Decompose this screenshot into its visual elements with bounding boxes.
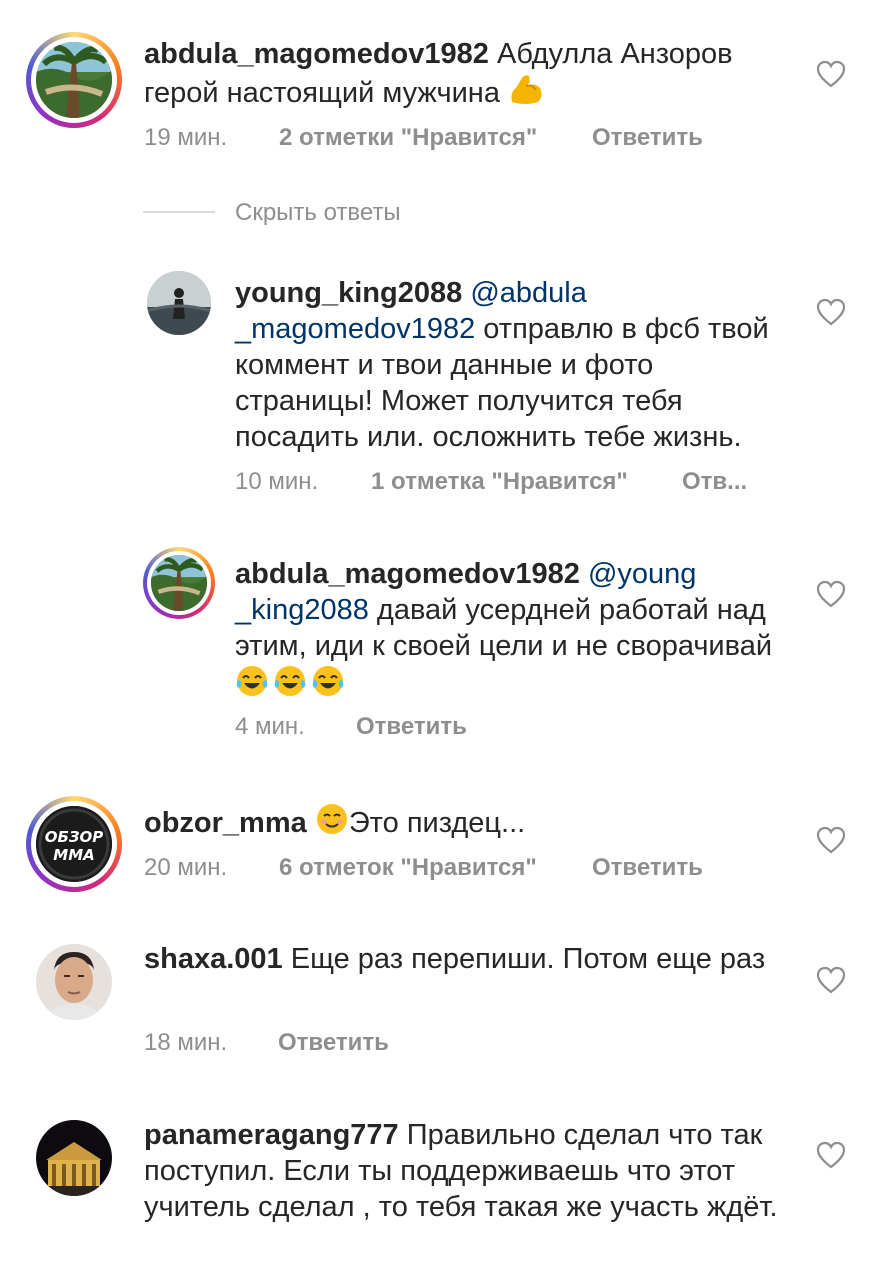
reply-button[interactable]: Ответить — [592, 853, 703, 883]
tears-of-joy-icon — [235, 664, 347, 707]
smiling-face-icon — [315, 802, 349, 845]
comment-meta: 20 мин. 6 отметок "Нравится" Ответить — [144, 853, 744, 883]
comment-username[interactable]: shaxa.001 — [144, 943, 283, 975]
avatar-logo-text: ОБЗОР — [45, 828, 104, 846]
obzor-mma-logo-icon: ОБЗОР ММА — [36, 806, 112, 882]
avatar[interactable] — [147, 271, 211, 335]
comment-likes[interactable]: 6 отметок "Нравится" — [279, 853, 537, 883]
silhouette-photo-icon — [147, 271, 211, 335]
reply-button[interactable]: Отв... — [682, 467, 747, 497]
heart-outline-icon[interactable] — [816, 1141, 846, 1169]
comment-text: shaxa.001 Еще раз перепиши. Потом еще ра… — [144, 941, 784, 977]
palm-photo-icon — [151, 555, 207, 611]
comment-time: 4 мин. — [235, 713, 305, 740]
heart-outline-icon[interactable] — [816, 966, 846, 994]
comment-username[interactable]: obzor_mma — [144, 807, 307, 839]
comment-meta: 18 мин. Ответить — [144, 1028, 544, 1058]
comment-time: 18 мин. — [144, 1029, 228, 1056]
comment-meta: 19 мин. 2 отметки "Нравится" Ответить — [144, 123, 744, 153]
comment-likes[interactable]: 2 отметки "Нравится" — [279, 123, 537, 153]
comment-meta: 10 мин. 1 отметка "Нравится" Отв... — [235, 467, 775, 497]
flexed-biceps-icon — [508, 72, 544, 115]
comment-likes[interactable]: 1 отметка "Нравится" — [371, 467, 628, 497]
comment-username[interactable]: young_king2088 — [235, 277, 462, 309]
comment-username[interactable]: abdula_magomedov1982 — [144, 38, 489, 70]
comment-text: abdula_magomedov1982 @young _king2088 да… — [235, 556, 775, 707]
comment-username[interactable]: panameragang777 — [144, 1119, 399, 1151]
comment-text: abdula_magomedov1982 Абдулла Анзоров гер… — [144, 36, 784, 115]
comment-time: 19 мин. — [144, 124, 228, 151]
reply-button[interactable]: Ответить — [278, 1028, 389, 1058]
hide-replies-button[interactable]: Скрыть ответы — [235, 198, 401, 228]
comment-username[interactable]: abdula_magomedov1982 — [235, 558, 580, 590]
person-photo-icon — [36, 944, 112, 1020]
reply-button[interactable]: Ответить — [592, 123, 703, 153]
heart-outline-icon[interactable] — [816, 826, 846, 854]
heart-outline-icon[interactable] — [816, 298, 846, 326]
avatar[interactable] — [36, 1120, 112, 1196]
avatar[interactable]: ОБЗОР ММА — [36, 806, 112, 882]
heart-outline-icon[interactable] — [816, 60, 846, 88]
comment-meta: 4 мин. Ответить — [235, 712, 635, 742]
comment-text: obzor_mma Это пиздец... — [144, 802, 784, 845]
comments-page: abdula_magomedov1982 Абдулла Анзоров гер… — [0, 0, 892, 1280]
comment-body: Еще раз перепиши. Потом еще раз — [290, 943, 766, 975]
building-photo-icon — [36, 1120, 112, 1196]
palm-photo-icon — [36, 42, 112, 118]
comment-body: Это пиздец... — [348, 807, 526, 839]
comment-text: young_king2088 @abdula _magomedov1982 от… — [235, 275, 795, 455]
reply-button[interactable]: Ответить — [356, 712, 467, 742]
heart-outline-icon[interactable] — [816, 580, 846, 608]
comment-time: 20 мин. — [144, 854, 228, 881]
comment-time: 10 мин. — [235, 468, 319, 495]
hide-replies-line — [143, 211, 215, 213]
avatar[interactable] — [151, 555, 207, 611]
svg-text:ММА: ММА — [53, 846, 94, 864]
avatar[interactable] — [36, 42, 112, 118]
avatar[interactable] — [36, 944, 112, 1020]
comment-text: panameragang777 Правильно сделал что так… — [144, 1117, 804, 1225]
